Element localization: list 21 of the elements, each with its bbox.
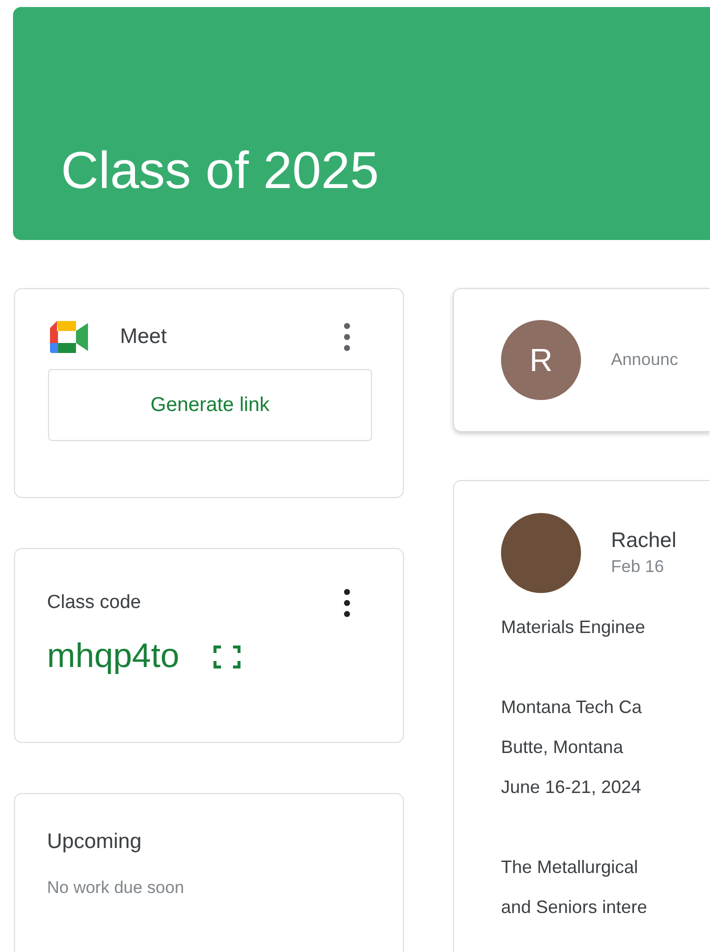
fullscreen-icon[interactable] [213, 644, 242, 668]
post-text-line: Materials Enginee [501, 616, 646, 639]
user-avatar: R [501, 320, 581, 400]
class-title: Class of 2025 [61, 142, 379, 200]
upcoming-message: No work due soon [47, 878, 186, 898]
post-author: Rachel [611, 529, 676, 553]
post-text-line: The Metallurgical [501, 856, 640, 879]
post-text-line: June 16-21, 2024 [501, 776, 642, 799]
upcoming-title: Upcoming [47, 830, 143, 854]
announce-prompt[interactable]: Announc [611, 350, 678, 370]
post-text-line: Butte, Montana [501, 736, 624, 759]
class-code-label: Class code [47, 592, 141, 614]
class-code: mhqp4to [47, 637, 180, 676]
more-options-icon[interactable] [343, 587, 351, 619]
meet-title: Meet [120, 325, 168, 349]
post-text-line: Montana Tech Ca [501, 696, 643, 719]
more-options-icon[interactable] [343, 321, 351, 353]
post-text-line: and Seniors intere [501, 896, 648, 919]
announce-card[interactable]: R Announc [453, 288, 710, 432]
generate-link-button[interactable]: Generate link [48, 369, 372, 441]
post-date: Feb 16 [611, 557, 665, 577]
